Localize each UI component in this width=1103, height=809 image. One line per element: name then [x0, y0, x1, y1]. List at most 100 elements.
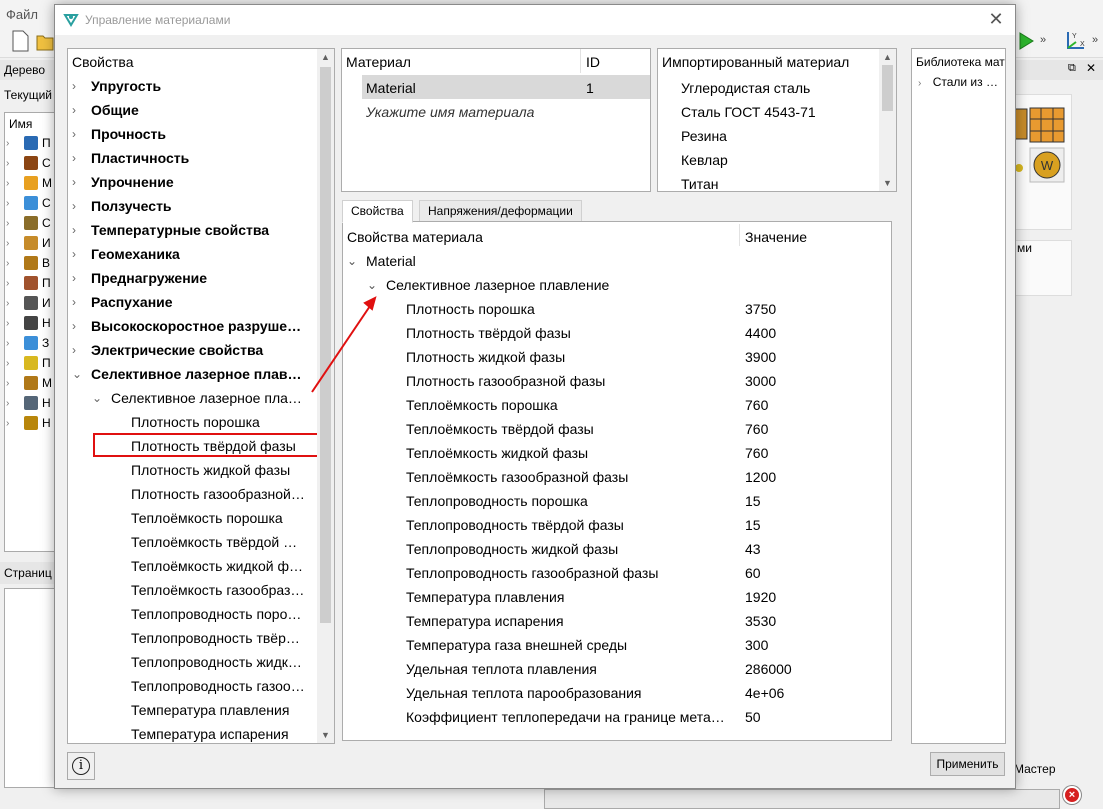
- chevron-right-icon[interactable]: ›: [6, 298, 9, 309]
- property-tree-item[interactable]: › Общие: [68, 99, 318, 123]
- material-node[interactable]: ⌄ Material: [343, 250, 891, 274]
- property-tree-item[interactable]: › Пластичность: [68, 147, 318, 171]
- close-icon[interactable]: ✕: [985, 9, 1007, 31]
- property-tree-item[interactable]: Теплоёмкость твёрдой …: [68, 531, 318, 555]
- property-row[interactable]: Теплопроводность жидкой фазы 43: [343, 538, 891, 562]
- model-tree-item[interactable]: › И: [6, 234, 52, 254]
- property-tree-item[interactable]: › Преднагружение: [68, 267, 318, 291]
- property-value[interactable]: 1920: [745, 589, 776, 605]
- property-row[interactable]: Температура газа внешней среды 300: [343, 634, 891, 658]
- property-value[interactable]: 760: [745, 397, 768, 413]
- chevron-right-icon[interactable]: ›: [72, 247, 84, 261]
- property-tree-item[interactable]: › Прочность: [68, 123, 318, 147]
- property-value[interactable]: 4400: [745, 325, 776, 341]
- property-value[interactable]: 760: [745, 421, 768, 437]
- property-row[interactable]: Коэффициент теплопередачи на границе мет…: [343, 706, 891, 730]
- scroll-thumb[interactable]: [882, 65, 893, 111]
- property-row[interactable]: Теплоёмкость твёрдой фазы 760: [343, 418, 891, 442]
- property-value[interactable]: 50: [745, 709, 761, 725]
- chevron-down-icon[interactable]: ⌄: [92, 391, 104, 405]
- model-tree-item[interactable]: › С: [6, 154, 52, 174]
- chevron-right-icon[interactable]: ›: [72, 319, 84, 333]
- property-tree-item[interactable]: › Геомеханика: [68, 243, 318, 267]
- property-row[interactable]: Удельная теплота парообразования 4e+06: [343, 682, 891, 706]
- brick-icon[interactable]: [1015, 107, 1029, 141]
- chevron-right-icon[interactable]: ›: [72, 223, 84, 237]
- property-tree-item[interactable]: Температура испарения: [68, 723, 318, 743]
- chevron-right-icon[interactable]: ›: [72, 175, 84, 189]
- properties-tree[interactable]: Свойства › Упругость › Общие › Прочность › Плас…: [67, 48, 335, 744]
- chevron-right-icon[interactable]: ›: [6, 258, 9, 269]
- property-column-header[interactable]: Свойства материала: [347, 229, 483, 245]
- property-value[interactable]: 286000: [745, 661, 792, 677]
- chevron-down-icon[interactable]: ⌄: [347, 254, 357, 268]
- property-value[interactable]: 3750: [745, 301, 776, 317]
- property-tree-item[interactable]: › Ползучесть: [68, 195, 318, 219]
- chevron-right-icon[interactable]: ›: [918, 78, 921, 89]
- property-value[interactable]: 15: [745, 517, 761, 533]
- property-tree-item[interactable]: Плотность порошка: [68, 411, 318, 435]
- new-file-icon[interactable]: [10, 30, 30, 52]
- imported-scrollbar[interactable]: ▲ ▼: [879, 49, 896, 191]
- property-row[interactable]: Температура плавления 1920: [343, 586, 891, 610]
- run-icon[interactable]: [1016, 30, 1036, 52]
- property-tree-item[interactable]: Теплопроводность твёр…: [68, 627, 318, 651]
- property-tree-item[interactable]: Теплопроводность поро…: [68, 603, 318, 627]
- property-row[interactable]: Теплопроводность порошка 15: [343, 490, 891, 514]
- imported-materials-list[interactable]: Импортированный материал Углеродистая ст…: [657, 48, 897, 192]
- property-tree-item[interactable]: Плотность жидкой фазы: [68, 459, 318, 483]
- property-tree-item[interactable]: Теплоёмкость жидкой ф…: [68, 555, 318, 579]
- property-tree-item[interactable]: Температура плавления: [68, 699, 318, 723]
- tab-properties[interactable]: Свойства: [342, 200, 413, 223]
- chevron-right-icon[interactable]: ›: [6, 278, 9, 289]
- property-tree-item[interactable]: Теплопроводность жидк…: [68, 651, 318, 675]
- chevron-right-icon[interactable]: ›: [6, 238, 9, 249]
- chevron-right-icon[interactable]: ›: [6, 418, 9, 429]
- stop-icon[interactable]: ×: [1063, 786, 1081, 804]
- model-tree-item[interactable]: › Н: [6, 394, 52, 414]
- property-tree-item[interactable]: Теплоёмкость газообраз…: [68, 579, 318, 603]
- chevron-right-icon[interactable]: ›: [72, 151, 84, 165]
- chevron-right-icon[interactable]: ›: [72, 295, 84, 309]
- property-value[interactable]: 300: [745, 637, 768, 653]
- property-tree-item[interactable]: ⌄ Селективное лазерное плав…: [68, 363, 318, 387]
- library-item[interactable]: › Стали из …: [918, 75, 998, 89]
- chevron-right-icon[interactable]: ›: [72, 343, 84, 357]
- property-row[interactable]: Плотность твёрдой фазы 4400: [343, 322, 891, 346]
- property-tree-item[interactable]: › Упругость: [68, 75, 318, 99]
- chevron-right-icon[interactable]: ›: [72, 199, 84, 213]
- scroll-thumb[interactable]: [320, 67, 331, 623]
- chevron-right-icon[interactable]: ›: [6, 318, 9, 329]
- chevron-right-icon[interactable]: ›: [72, 127, 84, 141]
- property-tree-item[interactable]: Теплопроводность газоо…: [68, 675, 318, 699]
- property-value[interactable]: 3000: [745, 373, 776, 389]
- property-value[interactable]: 60: [745, 565, 761, 581]
- property-row[interactable]: Плотность порошка 3750: [343, 298, 891, 322]
- property-tree-item[interactable]: Теплоёмкость порошка: [68, 507, 318, 531]
- imported-material-item[interactable]: Титан: [681, 176, 719, 191]
- menu-file[interactable]: Файл: [6, 7, 38, 22]
- chevron-right-icon[interactable]: ›: [6, 338, 9, 349]
- chevron-right-icon[interactable]: ›: [6, 378, 9, 389]
- open-folder-icon[interactable]: [36, 30, 54, 52]
- chevron-right-icon[interactable]: ›: [6, 218, 9, 229]
- material-properties-table[interactable]: Свойства материала Значение ⌄ Material ⌄…: [342, 221, 892, 741]
- imported-material-item[interactable]: Углеродистая сталь: [681, 80, 810, 96]
- model-tree-item[interactable]: › Н: [6, 314, 52, 334]
- grid-frame-icon[interactable]: [1029, 107, 1065, 143]
- model-tree-item[interactable]: › М: [6, 374, 52, 394]
- property-row[interactable]: Плотность газообразной фазы 3000: [343, 370, 891, 394]
- model-tree-item[interactable]: › В: [6, 254, 52, 274]
- value-column-header[interactable]: Значение: [745, 229, 807, 245]
- material-table[interactable]: Материал ID Material 1 Укажите имя матер…: [341, 48, 651, 192]
- material-column-header[interactable]: Материал: [346, 54, 411, 70]
- model-tree-item[interactable]: › З: [6, 334, 52, 354]
- property-tree-item[interactable]: Плотность газообразной…: [68, 483, 318, 507]
- imported-material-item[interactable]: Резина: [681, 128, 727, 144]
- property-row[interactable]: Теплопроводность твёрдой фазы 15: [343, 514, 891, 538]
- model-tree-item[interactable]: › П: [6, 274, 52, 294]
- chevron-right-icon[interactable]: ›: [6, 198, 9, 209]
- chevron-down-icon[interactable]: ⌄: [72, 367, 84, 381]
- imported-material-item[interactable]: Сталь ГОСТ 4543-71: [681, 104, 816, 120]
- chevron-right-icon[interactable]: ›: [6, 398, 9, 409]
